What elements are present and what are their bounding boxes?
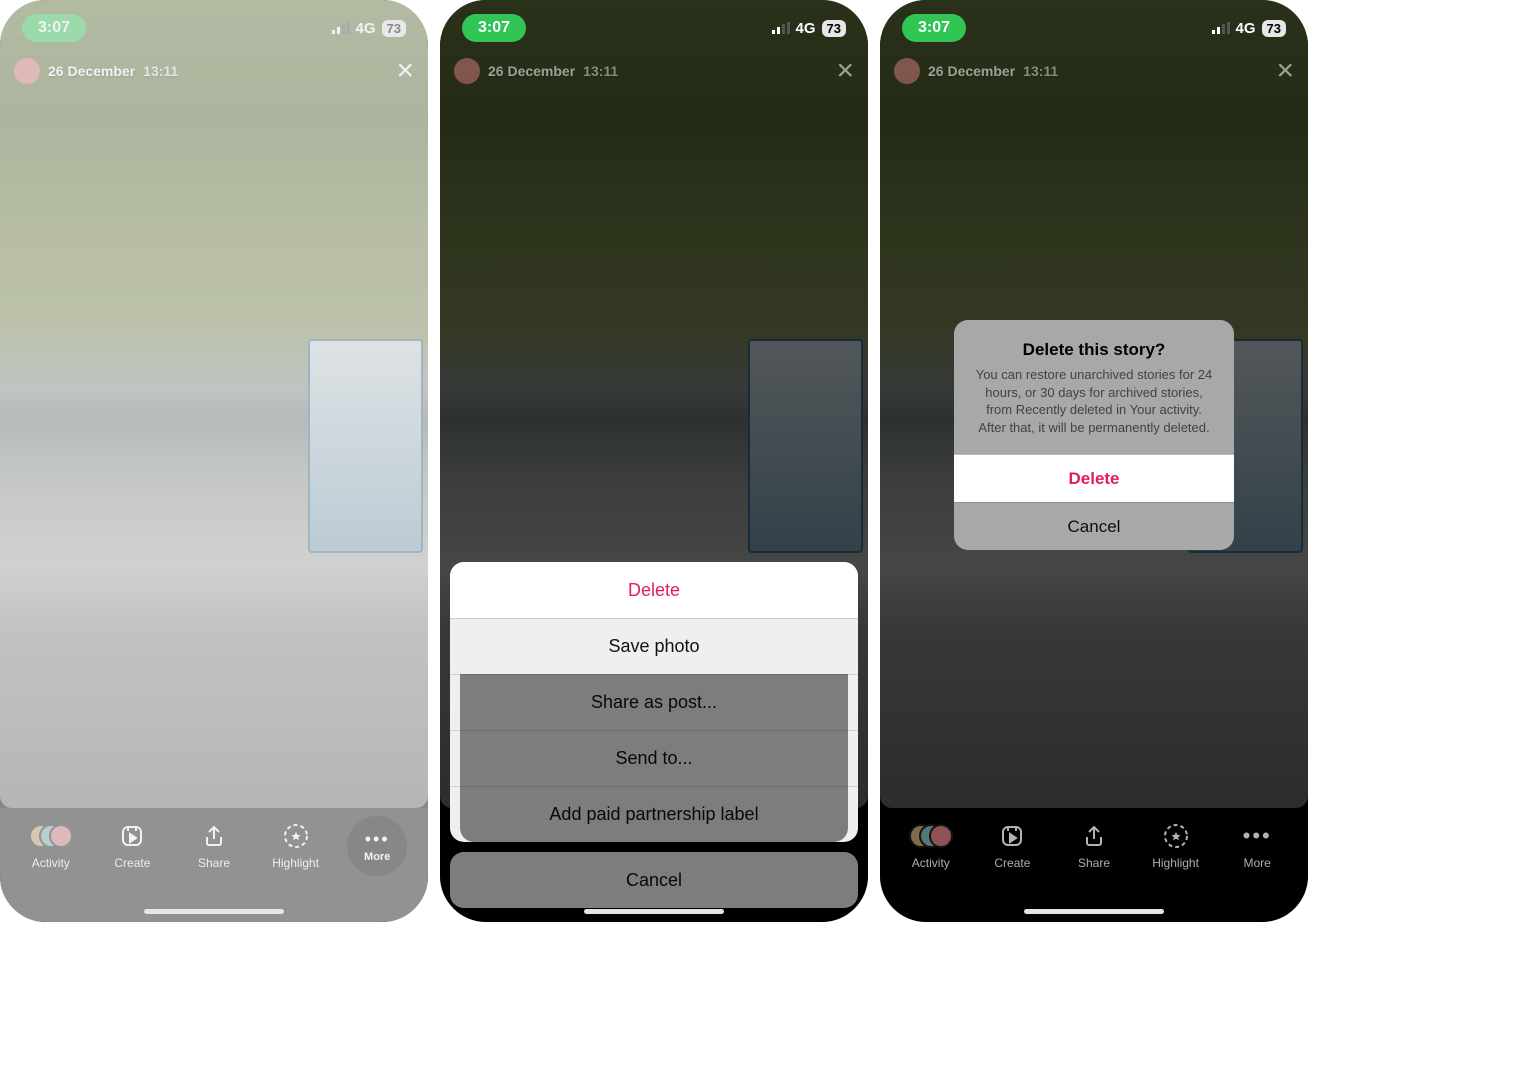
story-toolbar: Activity Create Share Highlight xyxy=(880,808,1308,922)
create-icon xyxy=(998,822,1026,850)
story-avatar xyxy=(894,58,920,84)
sheet-delete[interactable]: Delete xyxy=(450,562,858,618)
sheet-cancel[interactable]: Cancel xyxy=(450,852,858,908)
tutorial-dim-overlay xyxy=(0,0,428,922)
home-indicator xyxy=(1024,909,1164,914)
battery-level: 73 xyxy=(822,20,846,37)
alert-delete-button[interactable]: Delete xyxy=(954,454,1234,502)
status-time: 3:07 xyxy=(462,14,526,42)
sheet-send-to[interactable]: Send to... xyxy=(450,730,858,786)
signal-icon xyxy=(772,22,790,34)
more-button[interactable]: ••• More xyxy=(1216,822,1298,870)
viewers-icon xyxy=(909,822,953,850)
screenshot-3: 3:07 4G 73 26 December 13:11 × Activity xyxy=(880,0,1308,922)
alert-title: Delete this story? xyxy=(954,320,1234,366)
status-bar: 3:07 4G 73 xyxy=(440,0,868,50)
story-header: 26 December 13:11 xyxy=(894,58,1058,84)
share-icon xyxy=(1080,822,1108,850)
network-label: 4G xyxy=(1236,20,1256,37)
sheet-share-as-post[interactable]: Share as post... xyxy=(450,674,858,730)
share-button[interactable]: Share xyxy=(1053,822,1135,870)
alert-message: You can restore unarchived stories for 2… xyxy=(954,366,1234,454)
home-indicator xyxy=(584,909,724,914)
alert-cancel-button[interactable]: Cancel xyxy=(954,502,1234,550)
network-label: 4G xyxy=(796,20,816,37)
sheet-save-photo[interactable]: Save photo xyxy=(450,618,858,674)
create-button[interactable]: Create xyxy=(972,822,1054,870)
sheet-paid-partnership[interactable]: Add paid partnership label xyxy=(450,786,858,842)
delete-confirm-alert: Delete this story? You can restore unarc… xyxy=(954,320,1234,550)
screenshot-1: 3:07 4G 73 26 December 13:11 × Activity xyxy=(0,0,428,922)
signal-icon xyxy=(1212,22,1230,34)
status-bar: 3:07 4G 73 xyxy=(880,0,1308,50)
screenshot-2: 3:07 4G 73 26 December 13:11 × Delete Sa… xyxy=(440,0,868,922)
close-icon[interactable]: × xyxy=(1276,56,1294,86)
story-header: 26 December 13:11 xyxy=(454,58,618,84)
activity-button[interactable]: Activity xyxy=(890,822,972,870)
more-icon: ••• xyxy=(1243,822,1271,850)
highlight-button[interactable]: Highlight xyxy=(1135,822,1217,870)
battery-level: 73 xyxy=(1262,20,1286,37)
close-icon[interactable]: × xyxy=(836,56,854,86)
story-avatar xyxy=(454,58,480,84)
status-time: 3:07 xyxy=(902,14,966,42)
more-action-sheet: Delete Save photo Share as post... Send … xyxy=(450,562,858,908)
highlight-icon xyxy=(1162,822,1190,850)
